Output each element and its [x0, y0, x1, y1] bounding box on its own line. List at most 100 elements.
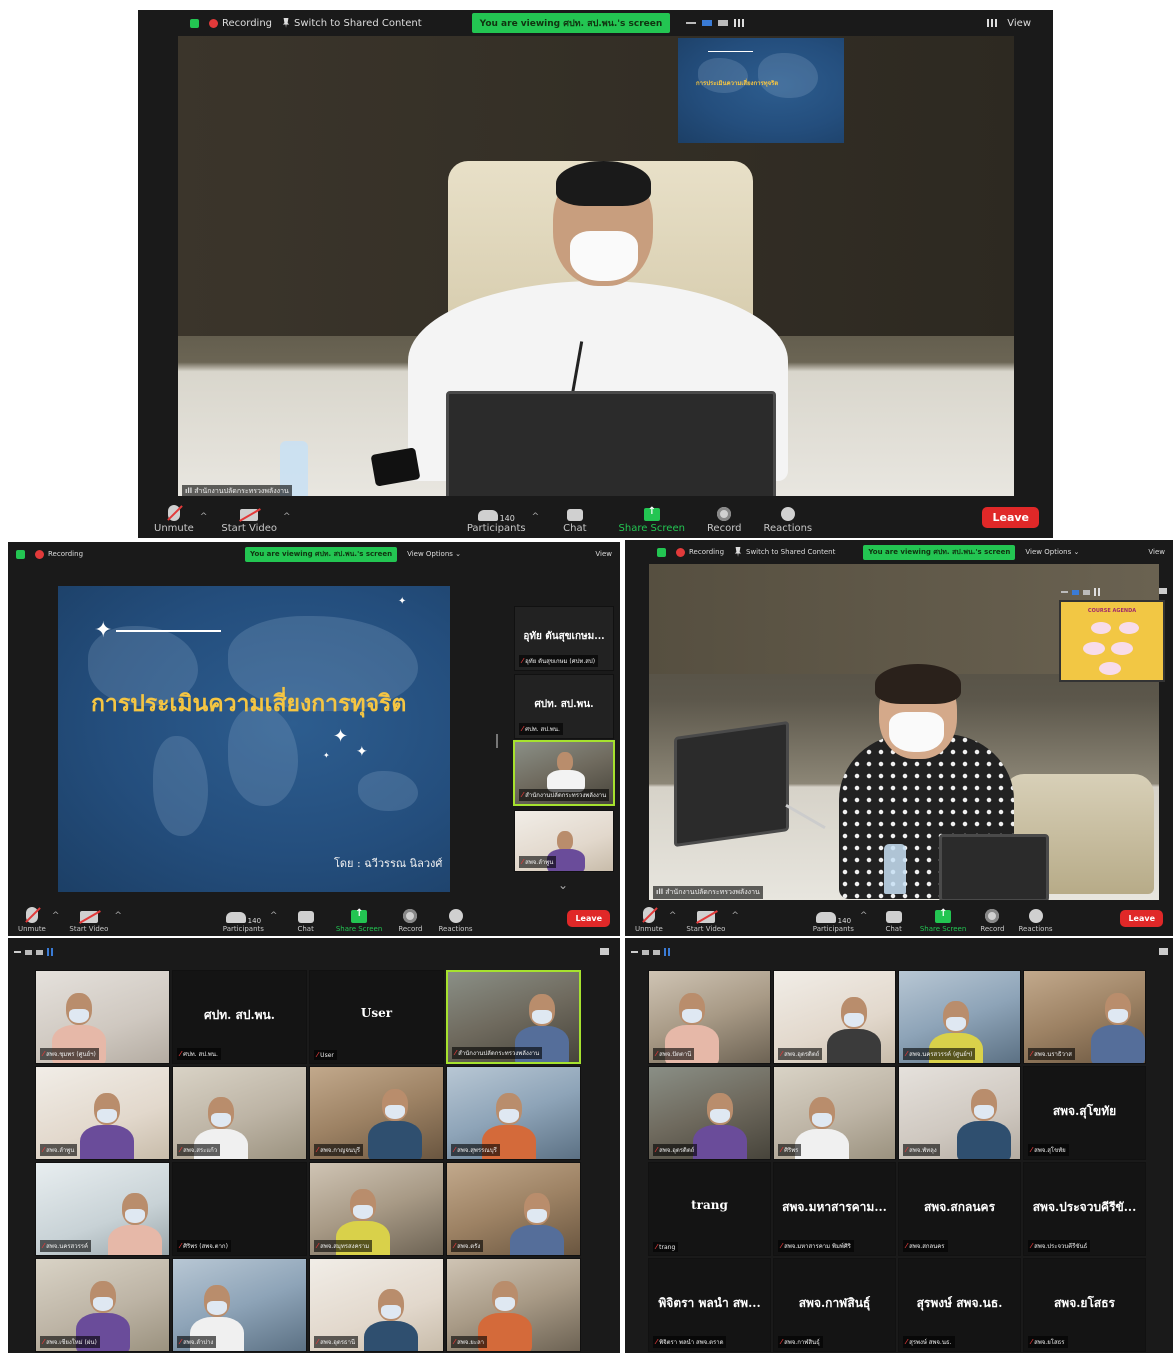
participant-tile[interactable]: ⁄ ศิริพร (สพจ.ตาก) — [172, 1162, 307, 1256]
gallery-layout-icon[interactable] — [47, 948, 55, 956]
video-options-caret-icon[interactable]: ^ — [731, 911, 739, 921]
participant-tile[interactable]: ⁄ สพจ.สมุทรสงคราม — [309, 1162, 444, 1256]
participant-tile[interactable]: สพจ.สุโขทัย ⁄ สพจ.สุโขทัย — [1023, 1066, 1146, 1160]
participant-tile[interactable]: ⁄ สพจ.กาญจนบุรี — [309, 1066, 444, 1160]
participants-button[interactable]: 140 Participants — [223, 912, 264, 933]
unmute-button[interactable]: Unmute — [154, 505, 194, 534]
reactions-button[interactable]: Reactions — [1019, 909, 1053, 933]
participant-tile[interactable]: ⁄ สพจ.นครสวรรค์ — [35, 1162, 170, 1256]
participant-tile[interactable]: ⁄ สพจ.นราธิวาส — [1023, 970, 1146, 1064]
gallery-layout-icon[interactable] — [664, 948, 672, 956]
view-button[interactable]: View — [1007, 18, 1031, 29]
unmute-button[interactable]: Unmute — [18, 907, 46, 933]
participant-tile[interactable]: ⁄ สพจ.ลำพูน — [35, 1066, 170, 1160]
start-video-button[interactable]: Start Video — [221, 509, 277, 534]
shared-slide-thumbnail[interactable]: การประเมินความเสี่ยงการทุจริต — [678, 38, 844, 143]
speaker-layout-icon[interactable] — [653, 949, 660, 955]
speaker-layout-icon[interactable] — [718, 20, 729, 26]
gallery-layout-icon[interactable] — [1094, 588, 1102, 596]
scroll-down-icon[interactable]: ⌄ — [558, 878, 568, 892]
view-button[interactable]: View — [595, 550, 612, 558]
chat-button[interactable]: Chat — [885, 911, 902, 933]
leave-button[interactable]: Leave — [567, 910, 610, 927]
view-icon[interactable] — [1159, 948, 1168, 955]
participant-tile[interactable]: สพจ.ยโสธร ⁄ สพจ.ยโสธร — [1023, 1258, 1146, 1352]
view-options-button[interactable]: View Options ⌄ — [407, 550, 461, 558]
speaker-layout-icon[interactable] — [25, 949, 32, 955]
side-tile-1[interactable]: อุทัย ตันสุขเกษม... ⁄ อุทัย ตันสุขเกษม (ศ… — [514, 606, 614, 671]
chat-button[interactable]: Chat — [297, 911, 314, 933]
participant-tile[interactable]: ⁄ สพจ.ลำปาง — [172, 1258, 307, 1352]
participants-button[interactable]: 140 Participants — [813, 912, 854, 933]
reactions-button[interactable]: Reactions — [439, 909, 473, 933]
view-options-button[interactable]: View Options ⌄ — [1025, 548, 1079, 556]
side-tile-3[interactable]: ⁄ สำนักงานปลัดกระทรวงพลังงาน — [513, 740, 615, 806]
security-shield-icon[interactable] — [657, 547, 666, 557]
leave-button[interactable]: Leave — [982, 507, 1039, 528]
minimize-icon[interactable] — [14, 951, 21, 953]
security-shield-icon[interactable] — [16, 549, 25, 559]
participant-tile[interactable]: สพจ.สกลนคร ⁄ สพจ.สกลนคร — [898, 1162, 1021, 1256]
minimize-icon[interactable] — [631, 951, 638, 953]
participant-tile[interactable]: ⁄ ศิริพร — [773, 1066, 896, 1160]
security-shield-icon[interactable] — [190, 18, 199, 28]
leave-button[interactable]: Leave — [1120, 910, 1163, 927]
speaker-layout-icon[interactable] — [36, 949, 43, 955]
video-options-caret-icon[interactable]: ^ — [283, 512, 291, 522]
unmute-button[interactable]: Unmute — [635, 907, 663, 933]
record-button[interactable]: Record — [707, 507, 742, 534]
participant-tile[interactable]: ⁄ สพจ.อุตรดิตถ์ — [648, 1066, 771, 1160]
minimize-thumbnail-icon[interactable] — [1061, 591, 1068, 593]
participant-tile[interactable]: trang ⁄ trang — [648, 1162, 771, 1256]
participant-tile[interactable]: ⁄ สพจ.ปัตตานี — [648, 970, 771, 1064]
participant-tile[interactable]: ⁄ สพจ.อุดรธานี — [309, 1258, 444, 1352]
participant-tile[interactable]: ⁄ สพจ.ตรัง — [446, 1162, 581, 1256]
audio-options-caret-icon[interactable]: ^ — [200, 512, 208, 522]
thumbnail-only-icon[interactable] — [1072, 589, 1079, 595]
view-icon[interactable] — [600, 948, 609, 955]
audio-options-caret-icon[interactable]: ^ — [52, 911, 60, 921]
participant-tile[interactable]: สพจ.มหาสารคาม... ⁄ สพจ.มหาสารคาม พิมพ์ศิริ — [773, 1162, 896, 1256]
participants-caret-icon[interactable]: ^ — [860, 911, 868, 921]
participant-tile[interactable]: ⁄ สพจ.สระแก้ว — [172, 1066, 307, 1160]
participant-tile[interactable]: ⁄ สพจ.อุตรดิตถ์ — [773, 970, 896, 1064]
participant-tile[interactable]: สพจ.ประจวบคีรีขั... ⁄ สพจ.ประจวบคีรีขันธ์ — [1023, 1162, 1146, 1256]
thumbnail-only-icon[interactable] — [702, 20, 713, 26]
side-tile-4[interactable]: ⁄ สพจ.ลำพูน — [514, 810, 614, 872]
participant-tile[interactable]: User ⁄ User — [309, 970, 444, 1064]
participant-tile[interactable]: ⁄ สพจ.ชุมพร (ศูนย์ฯ) — [35, 970, 170, 1064]
shared-agenda-thumbnail[interactable]: COURSE AGENDA — [1059, 600, 1165, 682]
record-button[interactable]: Record — [980, 909, 1005, 933]
share-screen-button[interactable]: Share Screen — [920, 908, 967, 933]
share-screen-button[interactable]: Share Screen — [336, 908, 383, 933]
participant-tile[interactable]: สพจ.กาฬสินธุ์ ⁄ สพจ.กาฬสินธุ์ — [773, 1258, 896, 1352]
chat-button[interactable]: Chat — [563, 509, 587, 534]
participant-tile[interactable]: ⁄ สพจ.เชียงใหม่ (ฝน) — [35, 1258, 170, 1352]
participant-tile[interactable]: ⁄ สำนักงานปลัดกระทรวงพลังงาน — [446, 970, 581, 1064]
participant-tile[interactable]: สุรพงษ์ สพจ.นธ. ⁄ สุรพงษ์ สพจ.นธ. — [898, 1258, 1021, 1352]
reactions-button[interactable]: Reactions — [764, 507, 812, 534]
share-screen-button[interactable]: Share Screen — [619, 506, 685, 534]
start-video-button[interactable]: Start Video — [69, 911, 108, 933]
view-icon[interactable] — [1159, 588, 1167, 594]
side-tile-2[interactable]: ศปท. สป.พน. ⁄ ศปท. สป.พน. — [514, 674, 614, 739]
speaker-layout-icon[interactable] — [642, 949, 649, 955]
start-video-button[interactable]: Start Video — [686, 911, 725, 933]
switch-shared-content-button[interactable]: Switch to Shared Content — [294, 18, 422, 29]
gallery-layout-icon[interactable] — [734, 19, 745, 27]
participants-caret-icon[interactable]: ^ — [270, 911, 278, 921]
participant-tile[interactable]: ⁄ สพจ.สุพรรณบุรี — [446, 1066, 581, 1160]
video-options-caret-icon[interactable]: ^ — [114, 911, 122, 921]
participants-button[interactable]: 140 Participants — [467, 510, 526, 534]
speaker-layout-icon[interactable] — [1083, 589, 1090, 595]
audio-options-caret-icon[interactable]: ^ — [669, 911, 677, 921]
record-button[interactable]: Record — [398, 909, 423, 933]
participant-tile[interactable]: ศปท. สป.พน. ⁄ ศปท. สป.พน. — [172, 970, 307, 1064]
switch-shared-content-button[interactable]: Switch to Shared Content — [746, 548, 835, 556]
participants-caret-icon[interactable]: ^ — [532, 512, 540, 522]
participant-tile[interactable]: ⁄ สพจ.ยะลา — [446, 1258, 581, 1352]
participant-tile[interactable]: พิจิตรา พลนำ สพ... ⁄ พิจิตรา พลนำ สพจ.ตราด — [648, 1258, 771, 1352]
participant-tile[interactable]: ⁄ สพจ.นครสวรรค์ (ศูนย์ฯ) — [898, 970, 1021, 1064]
resize-handle-icon[interactable] — [496, 734, 498, 748]
minimize-thumbnail-icon[interactable] — [686, 22, 697, 24]
